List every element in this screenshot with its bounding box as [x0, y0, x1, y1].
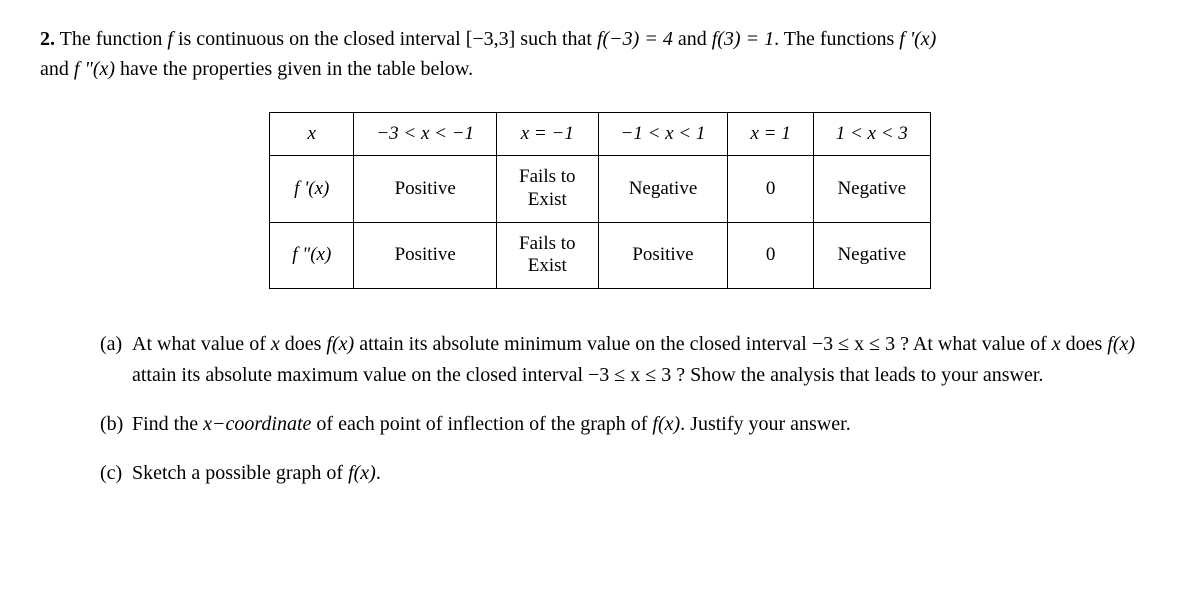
part-label: (b): [100, 409, 132, 440]
table-row: f "(x) Positive Fails toExist Positive 0…: [270, 222, 931, 289]
part-body: Find the x−coordinate of each point of i…: [132, 409, 1160, 440]
part-body: Sketch a possible graph of f(x).: [132, 458, 1160, 489]
intro-text: . The functions: [774, 28, 899, 50]
cell-value: Negative: [813, 156, 930, 223]
row-label: f '(x): [270, 156, 354, 223]
intro-text: and: [673, 28, 712, 50]
header-col: −3 < x < −1: [354, 113, 497, 156]
header-col: −1 < x < 1: [598, 113, 728, 156]
table-row: x −3 < x < −1 x = −1 −1 < x < 1 x = 1 1 …: [270, 113, 931, 156]
cell-value: 0: [728, 222, 813, 289]
cell-value: 0: [728, 156, 813, 223]
f-prime: f '(x): [899, 28, 936, 50]
row-label: f "(x): [270, 222, 354, 289]
intro-text: such that: [515, 28, 597, 50]
part-body: At what value of x does f(x) attain its …: [132, 329, 1160, 391]
part-b: (b) Find the x−coordinate of each point …: [100, 409, 1160, 440]
cell-value: Negative: [813, 222, 930, 289]
part-c: (c) Sketch a possible graph of f(x).: [100, 458, 1160, 489]
cell-value: Positive: [354, 156, 497, 223]
header-col: x = 1: [728, 113, 813, 156]
cell-value: Fails toExist: [497, 222, 598, 289]
table-row: f '(x) Positive Fails toExist Negative 0…: [270, 156, 931, 223]
cell-value: Fails toExist: [497, 156, 598, 223]
f-double-prime: f "(x): [74, 58, 115, 80]
part-a: (a) At what value of x does f(x) attain …: [100, 329, 1160, 391]
question-parts: (a) At what value of x does f(x) attain …: [40, 329, 1160, 489]
intro-text: and: [40, 58, 74, 80]
cell-value: Negative: [598, 156, 728, 223]
header-col: x = −1: [497, 113, 598, 156]
properties-table: x −3 < x < −1 x = −1 −1 < x < 1 x = 1 1 …: [269, 112, 931, 289]
intro-text: have the properties given in the table b…: [115, 58, 473, 80]
intro-text: is continuous on the closed interval: [173, 28, 466, 50]
f-neg3-value: f(−3) = 4: [597, 28, 673, 50]
problem-statement: 2. The function f is continuous on the c…: [40, 24, 1160, 84]
header-x: x: [270, 113, 354, 156]
part-label: (c): [100, 458, 132, 489]
interval-text: [−3,3]: [466, 28, 516, 50]
intro-text: The function: [60, 28, 168, 50]
problem-number: 2.: [40, 28, 55, 50]
header-col: 1 < x < 3: [813, 113, 930, 156]
part-label: (a): [100, 329, 132, 391]
cell-value: Positive: [354, 222, 497, 289]
cell-value: Positive: [598, 222, 728, 289]
f-3-value: f(3) = 1: [712, 28, 774, 50]
